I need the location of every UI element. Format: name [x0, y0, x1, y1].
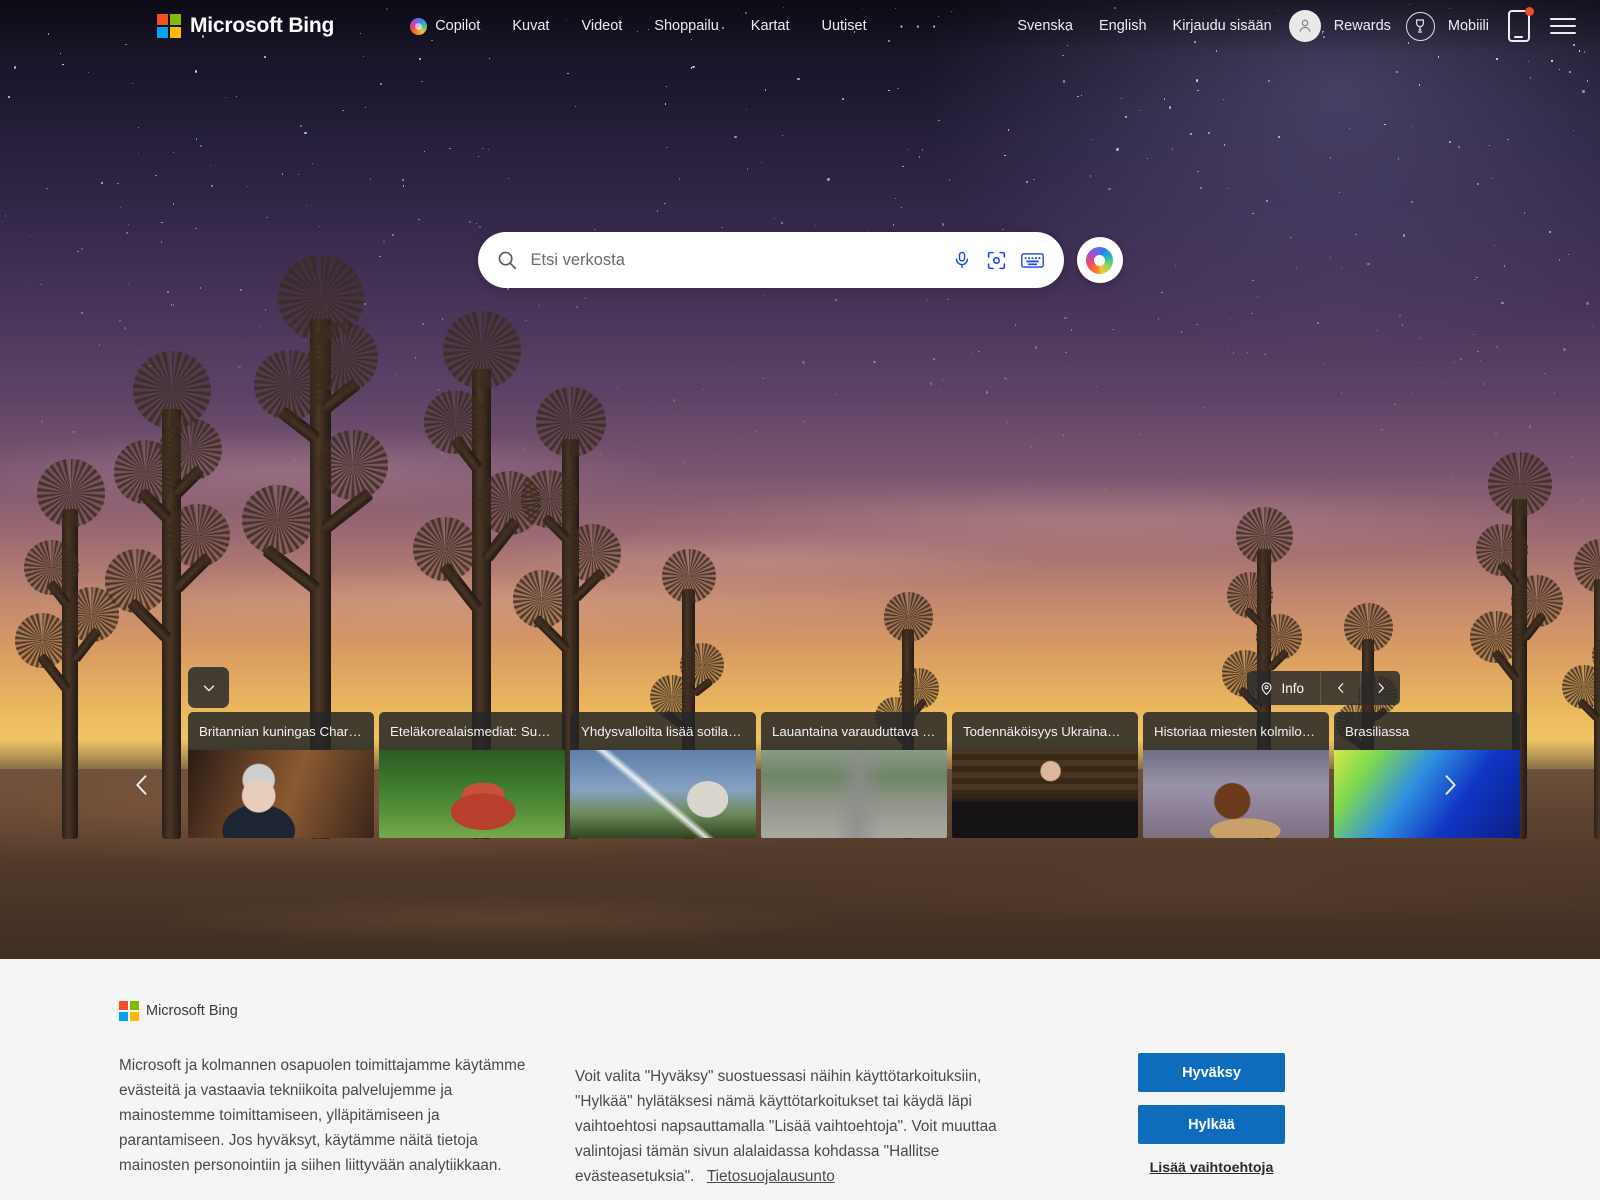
news-card-title: Historiaa miesten kolmiloi… — [1143, 712, 1329, 750]
nav-item-uutiset[interactable]: Uutiset — [805, 12, 882, 40]
rewards-badge[interactable] — [1405, 11, 1435, 41]
news-card[interactable]: Historiaa miesten kolmiloi… — [1143, 712, 1329, 838]
trophy-icon — [1416, 19, 1425, 33]
search-tools — [952, 250, 1044, 271]
nav-item-kartat[interactable]: Kartat — [735, 12, 806, 40]
visual-search-icon[interactable] — [986, 250, 1007, 271]
news-card-title: Eteläkorealaismediat: Suo… — [379, 712, 565, 750]
header-right-group: Svenska English Kirjaudu sisään Rewards … — [1004, 7, 1586, 42]
news-card-thumbnail — [188, 750, 374, 838]
news-card-title: Todennäköisyys Ukrainan … — [952, 712, 1138, 750]
avatar[interactable] — [1288, 10, 1321, 42]
search-input[interactable]: Etsi verkosta — [531, 251, 952, 270]
nav-item-videot[interactable]: Videot — [565, 12, 638, 40]
microsoft-logo-icon — [119, 1001, 139, 1021]
consent-brand: Microsoft Bing — [119, 1001, 527, 1021]
location-pin-icon — [1262, 681, 1272, 695]
keyboard-icon[interactable] — [1020, 252, 1044, 269]
consent-paragraph-left: Microsoft ja kolmannen osapuolen toimitt… — [119, 1057, 526, 1174]
hero-background: Microsoft Bing Copilot Kuvat Videot Shop… — [0, 0, 1600, 959]
microphone-icon[interactable] — [952, 250, 972, 270]
primary-nav: Copilot Kuvat Videot Shoppailu Kartat Uu… — [394, 12, 956, 41]
news-card-thumbnail — [1143, 750, 1329, 838]
copilot-button[interactable] — [1076, 237, 1123, 283]
phone-icon[interactable] — [1508, 7, 1534, 42]
cookie-consent-banner: Microsoft Bing Microsoft ja kolmannen os… — [0, 959, 1600, 1200]
rewards-link[interactable]: Rewards — [1321, 12, 1404, 40]
search-icon — [498, 251, 516, 270]
news-card-title: Yhdysvalloilta lisää sotilaa… — [570, 712, 756, 750]
person-icon — [1299, 19, 1311, 32]
consent-left-column: Microsoft Bing Microsoft ja kolmannen os… — [119, 1001, 527, 1189]
lang-english[interactable]: English — [1086, 12, 1160, 40]
expand-carousel-button[interactable] — [188, 667, 229, 708]
news-card[interactable]: Eteläkorealaismediat: Suo… — [379, 712, 565, 838]
joshua-tree — [1552, 539, 1600, 839]
news-card-thumbnail — [761, 750, 947, 838]
mobile-link[interactable]: Mobiili — [1435, 12, 1502, 40]
chevron-down-icon — [203, 684, 214, 691]
info-label: Info — [1281, 680, 1304, 696]
reject-button[interactable]: Hylkää — [1138, 1105, 1285, 1144]
scroll-left-button[interactable] — [112, 755, 172, 815]
privacy-statement-link[interactable]: Tietosuojalausunto — [707, 1168, 835, 1185]
news-card[interactable]: Todennäköisyys Ukrainan … — [952, 712, 1138, 838]
nav-item-shoppailu[interactable]: Shoppailu — [638, 12, 735, 40]
copilot-icon — [410, 17, 428, 35]
hamburger-icon[interactable] — [1550, 17, 1576, 35]
more-options-link[interactable]: Lisää vaihtoehtoja — [1150, 1160, 1274, 1176]
consent-brand-name: Microsoft Bing — [146, 1003, 238, 1019]
carousel-next-button[interactable] — [1360, 671, 1400, 705]
news-card[interactable]: Britannian kuningas Charl… — [188, 712, 374, 838]
news-card-title: Britannian kuningas Charl… — [188, 712, 374, 750]
search-box[interactable]: Etsi verkosta — [477, 232, 1064, 288]
nav-overflow-icon[interactable]: · · · — [883, 16, 956, 36]
carousel-prev-button[interactable] — [1320, 671, 1360, 705]
news-card[interactable]: Lauantaina varauduttava … — [761, 712, 947, 838]
bing-logo[interactable]: Microsoft Bing — [157, 14, 334, 38]
consent-actions: Hyväksy Hylkää Lisää vaihtoehtoja — [1138, 1001, 1285, 1189]
copilot-icon — [1086, 246, 1113, 274]
chevron-left-icon — [136, 775, 147, 795]
search-area: Etsi verkosta — [0, 232, 1600, 288]
news-carousel: Britannian kuningas Charl… Eteläkorealais… — [188, 712, 1520, 838]
chevron-left-icon — [1337, 683, 1343, 693]
microsoft-logo-icon — [157, 14, 181, 38]
sign-in-link[interactable]: Kirjaudu sisään — [1160, 12, 1285, 40]
news-card[interactable]: Yhdysvalloilta lisää sotilaa… — [570, 712, 756, 838]
carousel-controls: Info — [1247, 671, 1400, 705]
consent-middle-column: Voit valita "Hyväksy" suostuessasi näihi… — [575, 1001, 1025, 1189]
accept-button[interactable]: Hyväksy — [1138, 1053, 1285, 1092]
nav-label-copilot: Copilot — [435, 18, 481, 34]
brand-name: Microsoft Bing — [190, 14, 335, 37]
top-header: Microsoft Bing Copilot Kuvat Videot Shop… — [0, 0, 1600, 52]
news-card-thumbnail — [379, 750, 565, 838]
nav-item-copilot[interactable]: Copilot — [394, 12, 496, 41]
notification-dot — [1525, 7, 1534, 16]
news-card-title: Brasiliassa — [1334, 712, 1520, 750]
lang-svenska[interactable]: Svenska — [1004, 12, 1086, 40]
nav-item-kuvat[interactable]: Kuvat — [496, 12, 565, 40]
chevron-right-icon — [1378, 683, 1384, 693]
chevron-right-icon — [1445, 775, 1456, 795]
scroll-right-button[interactable] — [1420, 755, 1480, 815]
image-info-button[interactable]: Info — [1247, 671, 1320, 705]
news-card-thumbnail — [952, 750, 1138, 838]
news-card-title: Lauantaina varauduttava … — [761, 712, 947, 750]
news-card-thumbnail — [570, 750, 756, 838]
